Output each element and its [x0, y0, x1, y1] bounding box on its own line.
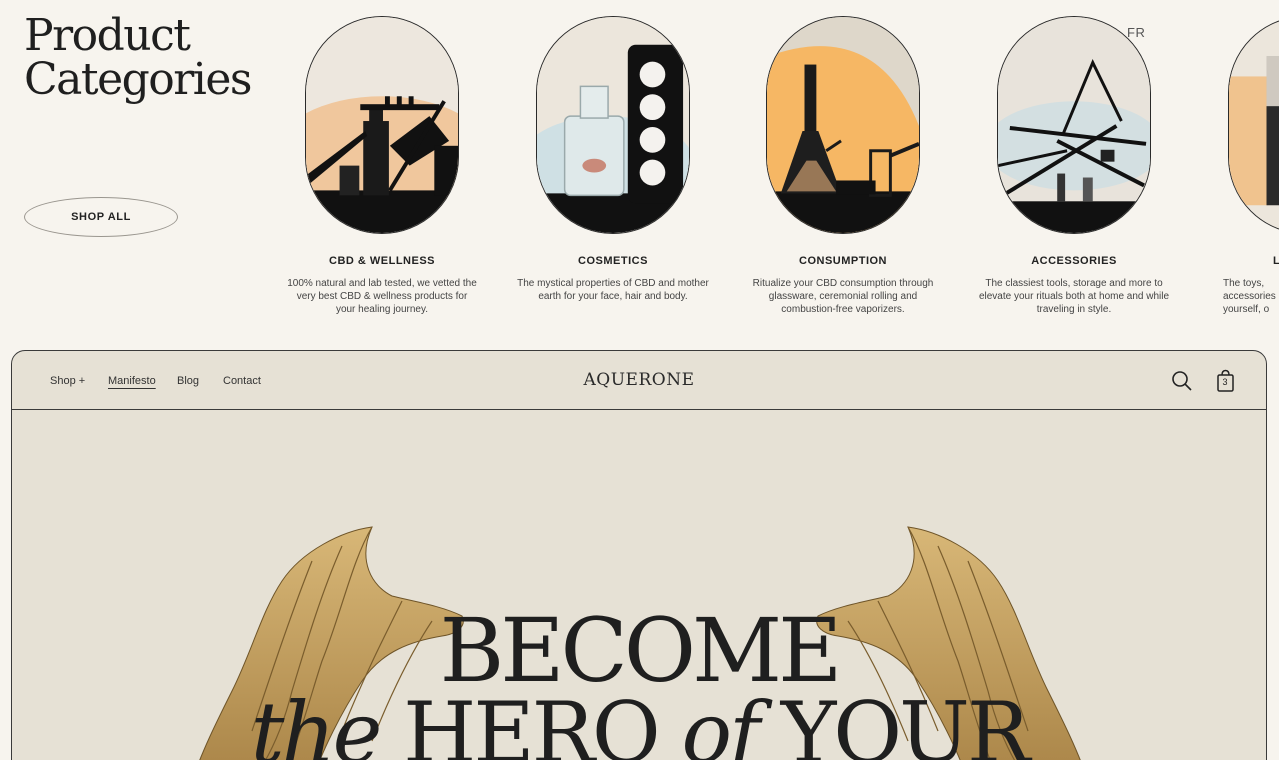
category-image-cosmetics[interactable]	[536, 16, 690, 234]
hero-frame: Shop + Manifesto Blog Contact AQUERONE 3	[11, 350, 1267, 760]
category-card-cbd-wellness[interactable]: CBD & WELLNESS 100% natural and lab test…	[282, 16, 482, 316]
headline-italic-of: of	[681, 684, 760, 760]
cart-icon[interactable]: 3	[1214, 369, 1238, 393]
hero-headline-line-1: BECOME	[439, 599, 843, 702]
hero-headline-line-2: the HERO of YOUR	[12, 691, 1266, 760]
category-title[interactable]: COSMETICS	[513, 255, 713, 267]
category-description: The toys, accessories yourself, o	[1223, 278, 1276, 315]
category-description: 100% natural and lab tested, we vetted t…	[287, 278, 477, 315]
main-navigation: Shop + Manifesto Blog Contact AQUERONE 3	[12, 351, 1266, 410]
category-description: The classiest tools, storage and more to…	[978, 278, 1170, 315]
category-title[interactable]: L	[1205, 255, 1279, 267]
cart-count-badge: 3	[1222, 377, 1228, 387]
headline-word-hero: HERO	[403, 684, 661, 760]
category-image-accessories[interactable]	[997, 16, 1151, 234]
headline-italic-the: the	[250, 684, 383, 760]
category-card-accessories[interactable]: ACCESSORIES The classiest tools, storage…	[974, 16, 1174, 316]
categories-heading: Product Categories	[24, 10, 253, 105]
brand-logo[interactable]: AQUERONE	[12, 370, 1266, 390]
category-image-consumption[interactable]	[766, 16, 920, 234]
shop-all-button[interactable]: SHOP ALL	[24, 197, 178, 237]
heading-line-1: Product	[24, 10, 191, 61]
heading-line-2: Categories	[24, 54, 253, 105]
category-title[interactable]: CBD & WELLNESS	[282, 255, 482, 267]
category-description: The mystical properties of CBD and mothe…	[517, 278, 709, 302]
category-card-consumption[interactable]: CONSUMPTION Ritualize your CBD consumpti…	[743, 16, 943, 316]
category-card-partial-clip: L The toys, accessories yourself, o	[1205, 16, 1279, 326]
category-title[interactable]: CONSUMPTION	[743, 255, 943, 267]
category-image-cbd[interactable]	[305, 16, 459, 234]
category-description: Ritualize your CBD consumption through g…	[752, 278, 934, 315]
category-image-partial[interactable]	[1228, 16, 1279, 234]
category-title[interactable]: ACCESSORIES	[974, 255, 1174, 267]
search-icon[interactable]	[1170, 369, 1194, 393]
category-card-cosmetics[interactable]: COSMETICS The mystical properties of CBD…	[513, 16, 713, 303]
category-card-partial[interactable]: L The toys, accessories yourself, o	[1205, 16, 1279, 316]
headline-word-your: YOUR	[780, 684, 1030, 760]
